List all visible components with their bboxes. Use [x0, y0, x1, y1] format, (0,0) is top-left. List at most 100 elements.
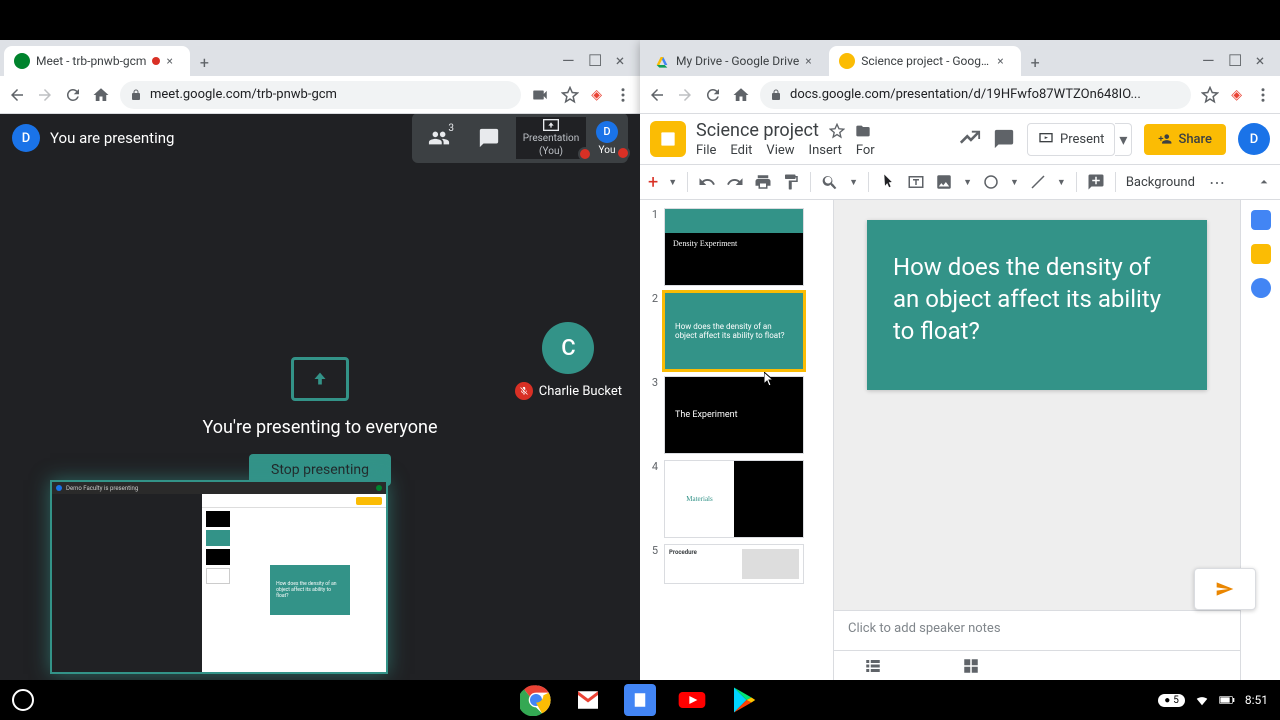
play-store-icon[interactable]	[728, 684, 760, 716]
menu-file[interactable]: File	[696, 143, 716, 158]
slide-thumb-2[interactable]: How does the density of an object affect…	[664, 292, 804, 370]
undo-icon[interactable]	[698, 173, 716, 191]
menu-insert[interactable]: Insert	[809, 143, 842, 158]
activity-icon[interactable]	[959, 128, 981, 150]
share-button[interactable]: Share	[1144, 124, 1226, 155]
system-tray[interactable]: ● 5 8:51	[1158, 693, 1268, 707]
tab-drive[interactable]: My Drive - Google Drive ×	[644, 46, 829, 76]
menu-icon[interactable]	[1254, 86, 1272, 104]
people-icon	[428, 127, 450, 149]
chrome-titlebar-left: Meet - trb-pnwb-gcm × + — ☐ ×	[0, 40, 640, 76]
home-icon[interactable]	[92, 86, 110, 104]
forward-icon[interactable]	[676, 86, 694, 104]
camera-blocked-icon[interactable]	[531, 86, 549, 104]
chevron-down-icon[interactable]: ▼	[1010, 177, 1019, 188]
select-icon[interactable]	[879, 173, 897, 191]
extension-icon[interactable]: ◈	[591, 87, 602, 103]
image-icon[interactable]	[935, 173, 953, 191]
new-slide-button[interactable]: +	[648, 172, 658, 193]
menu-edit[interactable]: Edit	[730, 143, 752, 158]
account-avatar[interactable]: D	[1238, 123, 1270, 155]
keep-icon[interactable]	[1251, 244, 1271, 264]
present-button[interactable]: Present	[1027, 123, 1115, 156]
chevron-down-icon[interactable]: ▼	[963, 177, 972, 188]
grid-view-icon[interactable]	[962, 657, 980, 675]
maximize-icon[interactable]: ☐	[588, 51, 600, 70]
notification-count[interactable]: ● 5	[1158, 694, 1185, 707]
canvas-stage[interactable]: How does the density of an object affect…	[834, 200, 1240, 610]
chevron-down-icon[interactable]: ▼	[849, 177, 858, 188]
background-button[interactable]: Background	[1126, 175, 1195, 190]
home-icon[interactable]	[732, 86, 750, 104]
new-tab-button[interactable]: +	[1021, 48, 1049, 76]
self-preview[interactable]: Demo Faculty is presenting How	[50, 480, 388, 674]
close-icon[interactable]: ×	[166, 54, 180, 68]
recording-indicator-icon	[152, 57, 160, 65]
close-icon[interactable]: ×	[997, 54, 1011, 68]
menu-icon[interactable]	[614, 86, 632, 104]
forward-icon[interactable]	[36, 86, 54, 104]
chat-icon	[478, 127, 500, 149]
doc-title[interactable]: Science project	[696, 120, 819, 141]
close-window-icon[interactable]: ×	[1254, 51, 1266, 70]
people-button[interactable]: 3	[416, 119, 462, 157]
star-icon[interactable]	[561, 86, 579, 104]
filmstrip-view-icon[interactable]	[864, 657, 882, 675]
chat-button[interactable]	[466, 119, 512, 157]
slide-thumb-3[interactable]: The Experiment	[664, 376, 804, 454]
youtube-icon[interactable]	[676, 684, 708, 716]
self-tile[interactable]: D You	[590, 119, 624, 158]
move-folder-icon[interactable]	[855, 123, 871, 139]
participant-tile[interactable]: C Charlie Bucket	[515, 322, 622, 400]
url-field[interactable]: docs.google.com/presentation/d/19HFwfo87…	[760, 81, 1191, 109]
chrome-icon[interactable]	[520, 684, 552, 716]
zoom-icon[interactable]	[821, 173, 839, 191]
meet-window: Meet - trb-pnwb-gcm × + — ☐ × meet.googl…	[0, 40, 640, 680]
back-icon[interactable]	[8, 86, 26, 104]
star-icon[interactable]	[1201, 86, 1219, 104]
chevron-down-icon[interactable]: ▼	[1057, 177, 1066, 188]
presentation-tile[interactable]: Presentation (You)	[516, 117, 586, 159]
launcher-icon[interactable]	[12, 689, 34, 711]
star-outline-icon[interactable]	[829, 123, 845, 139]
back-icon[interactable]	[648, 86, 666, 104]
reload-icon[interactable]	[704, 86, 722, 104]
menu-view[interactable]: View	[766, 143, 794, 158]
minimize-icon[interactable]: —	[562, 51, 574, 70]
hide-menus-icon[interactable]	[1256, 174, 1272, 190]
slide-thumb-4[interactable]: Materials	[664, 460, 804, 538]
explore-button[interactable]	[1194, 568, 1256, 610]
slides-logo-icon[interactable]	[650, 121, 686, 157]
close-icon[interactable]: ×	[805, 54, 819, 68]
maximize-icon[interactable]: ☐	[1228, 51, 1240, 70]
comment-add-icon[interactable]	[1087, 173, 1105, 191]
slide-thumb-5[interactable]: Procedure	[664, 544, 804, 584]
menu-format[interactable]: For	[856, 143, 875, 158]
more-icon[interactable]: ⋯	[1209, 173, 1225, 192]
line-icon[interactable]	[1029, 173, 1047, 191]
minimize-icon[interactable]: —	[1202, 51, 1214, 70]
new-tab-button[interactable]: +	[190, 48, 218, 76]
redo-icon[interactable]	[726, 173, 744, 191]
tab-slides[interactable]: Science project - Google Slides ×	[829, 46, 1021, 76]
calendar-icon[interactable]	[1251, 210, 1271, 230]
chevron-down-icon[interactable]: ▼	[668, 177, 677, 188]
slide-thumb-1[interactable]: Density Experiment	[664, 208, 804, 286]
chrome-titlebar-right: My Drive - Google Drive × Science projec…	[640, 40, 1280, 76]
reload-icon[interactable]	[64, 86, 82, 104]
textbox-icon[interactable]	[907, 173, 925, 191]
extension-icon[interactable]: ◈	[1231, 87, 1242, 103]
shape-icon[interactable]	[982, 173, 1000, 191]
print-icon[interactable]	[754, 173, 772, 191]
url-field[interactable]: meet.google.com/trb-pnwb-gcm	[120, 81, 521, 109]
tab-meet[interactable]: Meet - trb-pnwb-gcm ×	[4, 46, 190, 76]
paint-format-icon[interactable]	[782, 173, 800, 191]
close-window-icon[interactable]: ×	[614, 51, 626, 70]
docs-icon[interactable]	[624, 684, 656, 716]
speaker-notes[interactable]: Click to add speaker notes	[834, 610, 1240, 650]
present-dropdown[interactable]: ▾	[1115, 123, 1132, 156]
comments-icon[interactable]	[993, 128, 1015, 150]
gmail-icon[interactable]	[572, 684, 604, 716]
tasks-icon[interactable]	[1251, 278, 1271, 298]
main-slide[interactable]: How does the density of an object affect…	[867, 220, 1207, 390]
